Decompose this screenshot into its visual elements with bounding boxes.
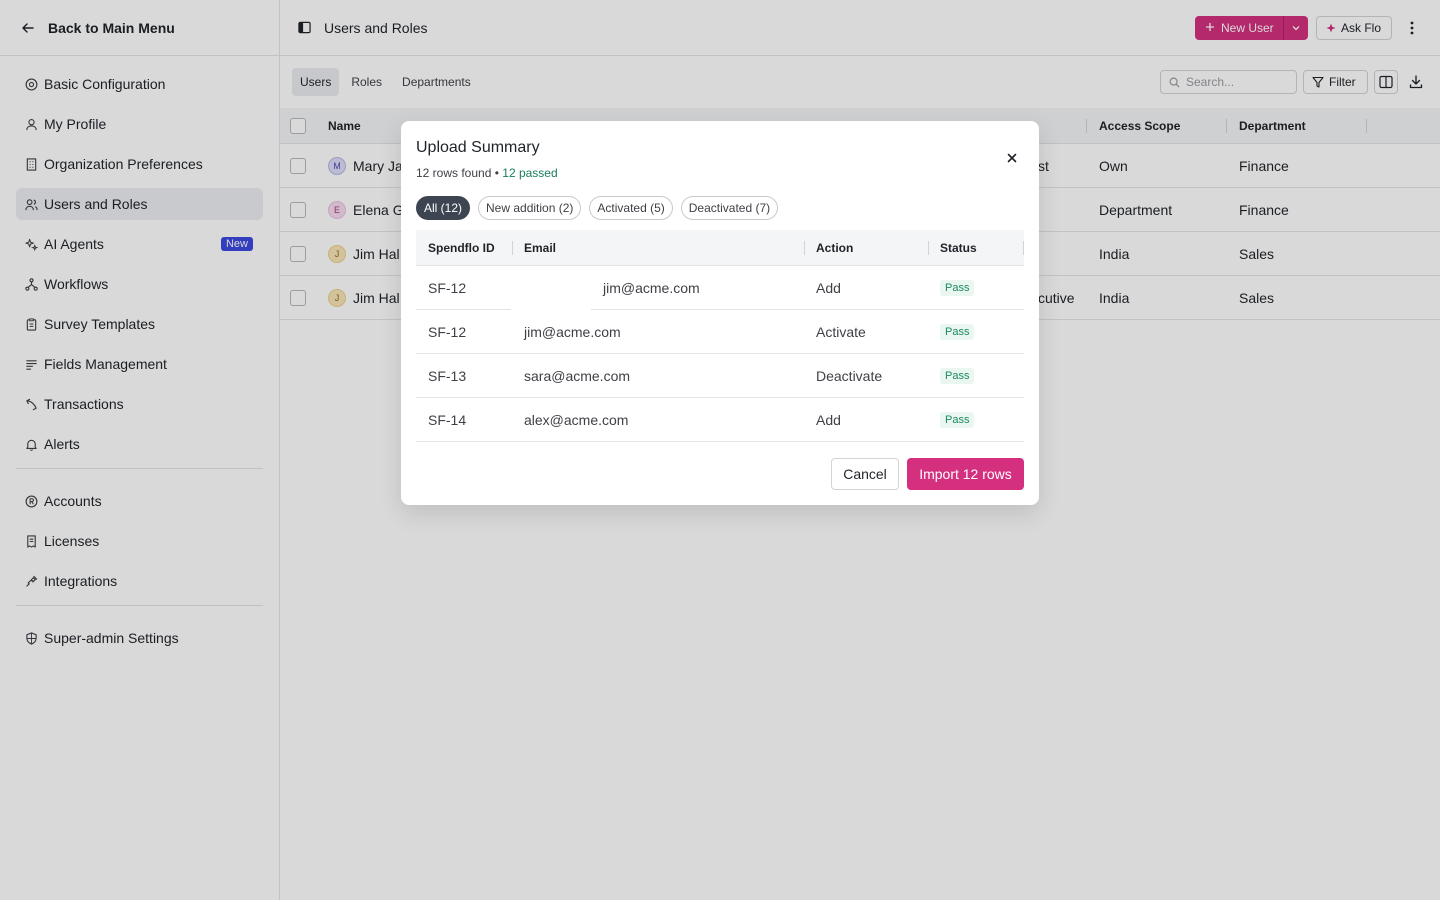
column-separator bbox=[928, 241, 929, 255]
dialog-title: Upload Summary bbox=[416, 139, 540, 156]
rows-found-text: 12 rows found bbox=[416, 166, 492, 180]
spendflo-id: SF-14 bbox=[428, 411, 467, 428]
dialog-subtitle: 12 rows found • 12 passed bbox=[416, 166, 558, 180]
action: Deactivate bbox=[816, 367, 883, 384]
column-separator bbox=[804, 241, 805, 255]
email: alex@acme.com bbox=[524, 411, 629, 428]
import-rows-button[interactable]: Import 12 rows bbox=[907, 458, 1024, 490]
chip-all[interactable]: All (12) bbox=[416, 196, 471, 220]
table-row[interactable]: SF-12 jim@acme.com Activate Pass bbox=[416, 310, 1024, 354]
filter-chips: All (12) New addition (2) Activated (5) … bbox=[416, 196, 779, 220]
spendflo-id: SF-12 bbox=[428, 279, 467, 296]
table-row[interactable]: SF-14 alex@acme.com Add Pass bbox=[416, 398, 1024, 442]
column-separator bbox=[512, 241, 513, 255]
action: Activate bbox=[816, 323, 866, 340]
passed-count-text: 12 passed bbox=[502, 166, 558, 180]
email: jim@acme.com bbox=[603, 279, 700, 296]
spendflo-id: SF-13 bbox=[428, 367, 467, 384]
email: sara@acme.com bbox=[524, 367, 631, 384]
summary-table-header: Spendflo ID Email Action Status bbox=[416, 230, 1024, 266]
email-edit-cell[interactable] bbox=[511, 266, 591, 310]
chip-new-addition[interactable]: New addition (2) bbox=[478, 196, 582, 220]
status-badge: Pass bbox=[940, 367, 975, 384]
column-header-action: Action bbox=[816, 240, 854, 255]
email: jim@acme.com bbox=[524, 323, 621, 340]
column-header-email: Email bbox=[524, 240, 557, 255]
chip-activated[interactable]: Activated (5) bbox=[589, 196, 673, 220]
separator-dot: • bbox=[494, 166, 499, 180]
status-badge: Pass bbox=[940, 411, 975, 428]
upload-summary-table: Spendflo ID Email Action Status SF-12 ji… bbox=[416, 230, 1024, 442]
column-separator bbox=[1023, 241, 1024, 255]
action: Add bbox=[816, 279, 841, 296]
cancel-button[interactable]: Cancel bbox=[831, 458, 899, 490]
close-icon[interactable] bbox=[1005, 151, 1019, 165]
action: Add bbox=[816, 411, 841, 428]
status-badge: Pass bbox=[940, 323, 975, 340]
table-row[interactable]: SF-12 jim@acme.com Add Pass bbox=[416, 266, 1024, 310]
spendflo-id: SF-12 bbox=[428, 323, 467, 340]
table-row[interactable]: SF-13 sara@acme.com Deactivate Pass bbox=[416, 354, 1024, 398]
column-header-spendflo-id: Spendflo ID bbox=[428, 240, 495, 255]
upload-summary-dialog: Upload Summary 12 rows found • 12 passed… bbox=[401, 121, 1039, 505]
chip-deactivated[interactable]: Deactivated (7) bbox=[680, 196, 779, 220]
status-badge: Pass bbox=[940, 279, 975, 296]
column-header-status: Status bbox=[940, 240, 977, 255]
